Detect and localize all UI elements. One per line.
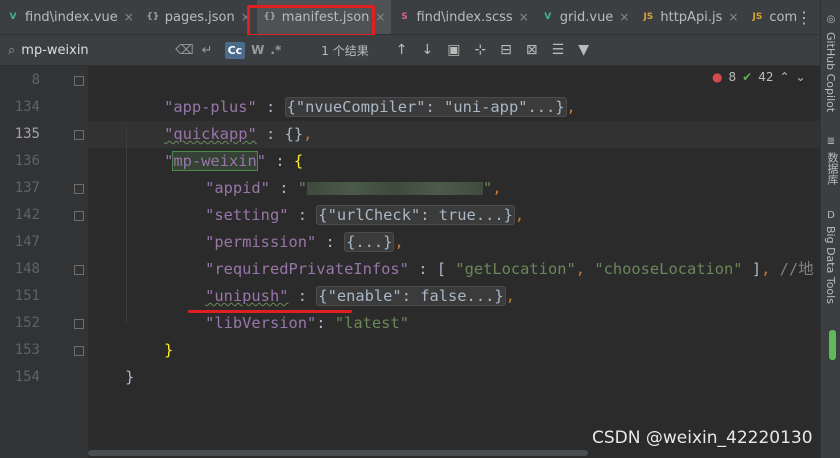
fold-marker-icon[interactable]	[74, 76, 84, 86]
github-copilot-tool[interactable]: GitHub Copilot	[824, 32, 837, 112]
tab-overflow-menu-icon[interactable]: ⋮	[794, 0, 814, 34]
database-icon[interactable]: ≣	[825, 136, 837, 148]
line-number: 148	[14, 261, 40, 277]
database-tool[interactable]: 数据库	[824, 152, 840, 185]
watermark: CSDN @weixin_42220130	[592, 428, 813, 448]
close-tab-icon[interactable]: ×	[728, 10, 738, 24]
tab-find-index-vue[interactable]: Vfind\index.vue ×	[0, 0, 140, 34]
line-number: 135	[14, 126, 40, 142]
code-line: 148 "unipush" : {"enable": false...},	[0, 256, 820, 306]
json-icon: {}	[146, 12, 160, 22]
right-tool-sidebar: ◎ GitHub Copilot ≣ 数据库 D Big Data Tools	[820, 0, 840, 458]
search-icon: ⌕	[8, 42, 16, 58]
scss-icon: S	[401, 12, 408, 22]
horizontal-scrollbar[interactable]	[88, 450, 588, 456]
fold-marker-icon[interactable]	[74, 211, 84, 221]
line-number: 8	[31, 72, 40, 88]
line-number: 136	[14, 153, 40, 169]
tab-find-index-scss[interactable]: Sfind\index.scss ×	[391, 0, 534, 34]
regex-toggle[interactable]: .*	[270, 43, 281, 57]
tab-pages-json[interactable]: {} pages.json ×	[140, 0, 257, 34]
line-number: 153	[14, 342, 40, 358]
line-number: 152	[14, 315, 40, 331]
big-data-icon[interactable]: D	[825, 210, 837, 222]
tab-grid-vue[interactable]: Vgrid.vue ×	[535, 0, 636, 34]
line-number: 154	[14, 369, 40, 385]
close-tab-icon[interactable]: ×	[519, 10, 529, 24]
json-icon: {}	[263, 12, 277, 22]
fold-marker-icon[interactable]	[74, 346, 84, 356]
code-line: 135 "mp-weixin" : {	[0, 121, 820, 171]
line-number: 137	[14, 180, 40, 196]
code-line: 152 }	[0, 310, 820, 359]
tab-label: find\index.vue	[25, 9, 118, 25]
clear-search-icon[interactable]: ⌫	[175, 43, 193, 58]
close-tab-icon[interactable]: ×	[375, 10, 385, 24]
find-bar: ⌕ mp-weixin ⌫ ↵ Cc W .* 1 个结果 ↑ ↓ ▣ ⊹ ⊟ …	[0, 35, 820, 66]
match-case-toggle[interactable]: Cc	[224, 41, 246, 59]
tab-label: manifest.json	[281, 9, 370, 25]
big-data-tools[interactable]: Big Data Tools	[824, 226, 837, 304]
tab-label: pages.json	[164, 9, 235, 25]
tab-label: com	[769, 9, 798, 25]
next-occurrence-icon[interactable]: ↓	[421, 42, 433, 58]
fold-marker-icon[interactable]	[74, 184, 84, 194]
line-number: 151	[14, 288, 40, 304]
code-line: 136 "appid" : " ",	[0, 148, 820, 197]
vertical-scrollbar-thumb[interactable]	[829, 330, 836, 360]
vue-icon: V	[9, 12, 17, 22]
code-line: 154	[0, 364, 820, 391]
code-line: 142 "permission" : {...},	[0, 202, 820, 252]
vue-icon: V	[544, 12, 552, 22]
add-selection-icon[interactable]: ⊹	[474, 42, 486, 58]
fold-marker-icon[interactable]	[74, 265, 84, 275]
tab-httpapi-js[interactable]: JS httpApi.js ×	[635, 0, 744, 34]
line-number: 142	[14, 207, 40, 223]
select-all-occurrences-icon[interactable]: ⊠	[526, 42, 538, 58]
multiline-icon[interactable]: ☰	[552, 42, 565, 58]
open-in-window-icon[interactable]: ▣	[447, 42, 460, 58]
code-line: 147 "requiredPrivateInfos" : [ "getLocat…	[0, 229, 820, 278]
remove-selection-icon[interactable]: ⊟	[500, 42, 512, 58]
code-line: 151 "libVersion": "latest"	[0, 283, 820, 332]
search-results-count: 1 个结果	[321, 43, 369, 58]
code-line: 8 "app-plus" : {"nvueCompiler": "uni-app…	[0, 67, 820, 117]
copilot-icon[interactable]: ◎	[825, 14, 837, 26]
code-line: 134 "quickapp" : {},	[0, 94, 820, 143]
filter-icon[interactable]: ▼	[578, 42, 589, 58]
fold-marker-icon[interactable]	[74, 130, 84, 140]
newline-icon[interactable]: ↵	[202, 43, 213, 58]
previous-occurrence-icon[interactable]: ↑	[396, 42, 408, 58]
tab-label: find\index.scss	[416, 9, 513, 25]
close-tab-icon[interactable]: ×	[241, 10, 251, 24]
search-input[interactable]: mp-weixin	[21, 43, 171, 58]
fold-marker-icon[interactable]	[74, 319, 84, 329]
line-number: 147	[14, 234, 40, 250]
js-icon: JS	[643, 12, 654, 22]
tab-manifest-json[interactable]: {} manifest.json ×	[256, 0, 392, 34]
line-number: 134	[14, 99, 40, 115]
tab-label: httpApi.js	[660, 9, 723, 25]
tab-label: grid.vue	[559, 9, 614, 25]
code-line: 153 }	[0, 337, 820, 386]
js-icon: JS	[752, 12, 763, 22]
code-line: 137 "setting" : {"urlCheck": true...},	[0, 175, 820, 225]
editor-tab-bar: Vfind\index.vue × {} pages.json × {} manifest.…	[0, 0, 820, 35]
close-tab-icon[interactable]: ×	[124, 10, 134, 24]
close-tab-icon[interactable]: ×	[619, 10, 629, 24]
words-toggle[interactable]: W	[251, 43, 264, 57]
